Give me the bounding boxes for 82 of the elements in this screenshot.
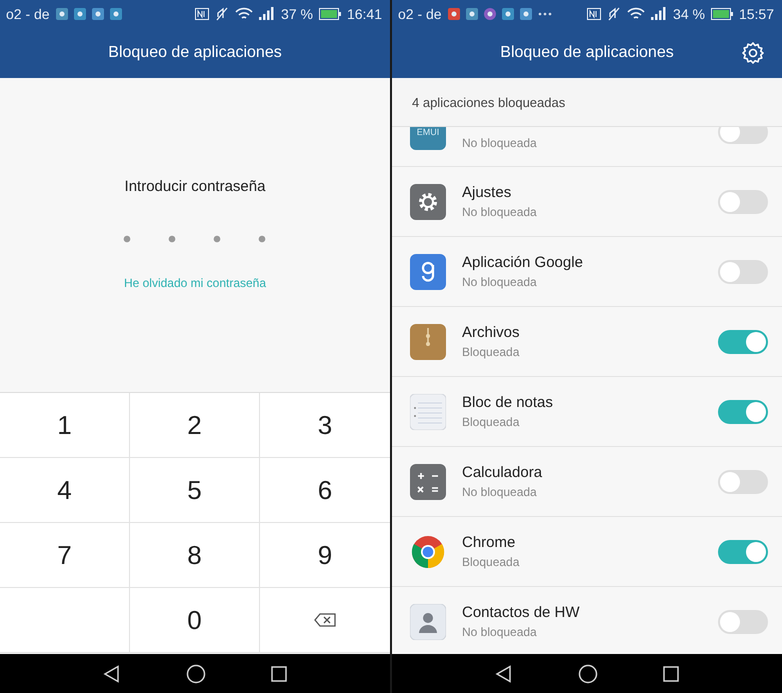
lock-toggle[interactable]: [718, 260, 768, 284]
signal-icon: [651, 7, 668, 20]
folder-icon: [410, 324, 446, 360]
notification-icon: [466, 8, 478, 20]
app-row[interactable]: Bloc de notas Bloqueada: [392, 377, 782, 447]
chrome-icon: [410, 534, 446, 570]
gear-icon: [410, 184, 446, 220]
app-row[interactable]: Chrome Bloqueada: [392, 517, 782, 587]
signal-icon: [259, 7, 276, 20]
lock-toggle[interactable]: [718, 190, 768, 214]
notification-icon: [484, 8, 496, 20]
keypad-key[interactable]: 0: [130, 588, 260, 653]
calculator-icon: [410, 464, 446, 500]
lock-status: No bloqueada: [462, 275, 538, 289]
keypad-key[interactable]: 8: [130, 523, 260, 588]
wifi-icon: [627, 6, 646, 20]
notification-icon: [74, 8, 86, 20]
notification-icon: [110, 8, 122, 20]
clock: 16:41: [346, 6, 382, 22]
mute-icon: [215, 6, 230, 20]
app-name: Bloc de notas: [462, 394, 554, 411]
app-name: Archivos: [462, 324, 521, 341]
recents-icon[interactable]: [271, 666, 288, 682]
battery-icon: [318, 8, 341, 20]
notification-icon: [56, 8, 68, 20]
keypad-key[interactable]: 4: [0, 458, 130, 523]
nfc-icon: [195, 8, 210, 20]
app-icon: [410, 254, 446, 290]
app-name: Calculadora: [462, 464, 544, 481]
lock-toggle[interactable]: [718, 400, 768, 424]
lock-status: No bloqueada: [462, 136, 538, 150]
app-row[interactable]: Calculadora No bloqueada: [392, 447, 782, 517]
password-prompt: Introducir contraseña: [124, 178, 266, 195]
backspace-icon: [314, 613, 336, 627]
app-name: Ajustes: [462, 184, 512, 201]
clock: 15:57: [738, 6, 774, 22]
keypad-key[interactable]: 2: [130, 393, 260, 458]
battery-icon: [710, 8, 733, 20]
keypad-key[interactable]: 5: [130, 458, 260, 523]
battery-percentage: 37 %: [281, 6, 313, 22]
notification-icon: [448, 8, 460, 20]
mute-icon: [607, 6, 622, 20]
app-name: Aplicación Google: [462, 254, 584, 271]
home-icon[interactable]: [578, 664, 598, 684]
nfc-icon: [587, 8, 602, 20]
carrier-label: o2 - de: [6, 6, 50, 22]
notification-icon: [92, 8, 104, 20]
pin-dots-icon: [123, 235, 267, 243]
screen-title: Bloqueo de aplicaciones: [500, 44, 674, 62]
screen-title: Bloqueo de aplicaciones: [108, 44, 282, 62]
app-icon: EMUI: [410, 127, 446, 150]
recents-icon[interactable]: [663, 666, 680, 682]
settings-icon[interactable]: [741, 41, 765, 65]
lock-status: Bloqueada: [462, 555, 520, 569]
carrier-label: o2 - de: [398, 6, 442, 22]
back-icon[interactable]: [494, 664, 513, 682]
wifi-icon: [235, 6, 254, 20]
app-row[interactable]: Archivos Bloqueada: [392, 307, 782, 377]
back-icon[interactable]: [102, 664, 121, 682]
app-row[interactable]: Aplicación Google No bloqueada: [392, 237, 782, 307]
app-name: Chrome: [462, 534, 516, 551]
lock-toggle[interactable]: [718, 470, 768, 494]
lock-toggle[interactable]: [718, 330, 768, 354]
home-icon[interactable]: [186, 664, 206, 684]
lock-status: Bloqueada: [462, 415, 520, 429]
notification-icon: [502, 8, 514, 20]
lock-status: No bloqueada: [462, 485, 538, 499]
lock-status: Bloqueada: [462, 345, 520, 359]
keypad-key[interactable]: 7: [0, 523, 130, 588]
locked-count: 4 aplicaciones bloqueadas: [412, 94, 566, 110]
notification-icon: [520, 8, 532, 20]
app-name: Contactos de HW: [462, 604, 581, 621]
lock-status: No bloqueada: [462, 625, 538, 639]
lock-status: No bloqueada: [462, 205, 538, 219]
app-row[interactable]: Ajustes No bloqueada: [392, 167, 782, 237]
lock-toggle[interactable]: [718, 540, 768, 564]
contact-icon: [410, 604, 446, 640]
notepad-icon: [410, 394, 446, 430]
lock-toggle[interactable]: [718, 610, 768, 634]
more-icon: [538, 12, 552, 16]
battery-percentage: 34 %: [673, 6, 705, 22]
keypad-key[interactable]: 1: [0, 393, 130, 458]
